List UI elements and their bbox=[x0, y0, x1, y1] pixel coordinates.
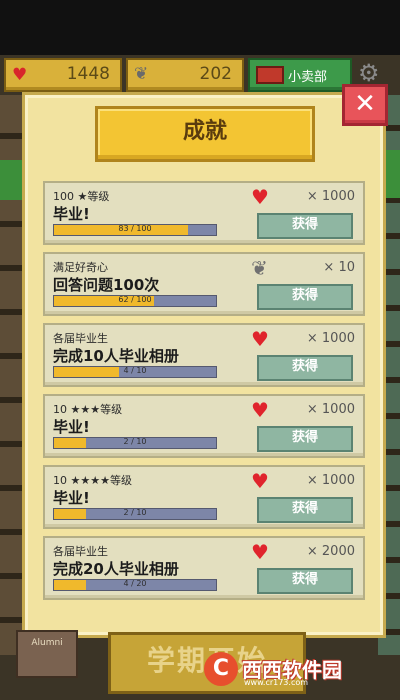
achievement-subtitle: 10 ★★★等级 bbox=[53, 403, 123, 416]
claim-button[interactable]: 获得 bbox=[257, 213, 353, 239]
progress-text: 4 / 20 bbox=[123, 579, 147, 588]
claim-button-label: 获得 bbox=[291, 501, 318, 516]
claim-button-label: 获得 bbox=[291, 572, 318, 587]
close-icon: ✕ bbox=[354, 89, 376, 119]
progress-text: 83 / 100 bbox=[118, 224, 152, 233]
reward-amount: × 2000 bbox=[306, 544, 355, 559]
achievement-card: 各届毕业生完成20人毕业相册 4 / 20 ♥ × 2000 获得 bbox=[43, 536, 365, 600]
achievement-card: 100 ★等级毕业! 83 / 100 ♥ × 1000 获得 bbox=[43, 181, 365, 245]
reward-amount: × 10 bbox=[323, 260, 355, 275]
achievement-subtitle: 各届毕业生 bbox=[53, 332, 108, 345]
gear-icon[interactable]: ⚙ bbox=[358, 59, 380, 87]
reward-amount: × 1000 bbox=[306, 473, 355, 488]
feather-icon: ❦ bbox=[251, 256, 268, 280]
shop-label: 小卖部 bbox=[288, 70, 328, 85]
status-strip bbox=[0, 0, 400, 55]
progress-text: 4 / 10 bbox=[123, 366, 147, 375]
panel-title: 成就 bbox=[182, 119, 227, 144]
heart-icon: ♥ bbox=[251, 185, 269, 209]
progress-text: 2 / 10 bbox=[123, 437, 147, 446]
watermark-logo-icon: C bbox=[204, 652, 238, 686]
reward-amount: × 1000 bbox=[306, 189, 355, 204]
achievements-panel: 成就 100 ★等级 毕业! 83 / 100 ♥ × 1000 获得 满足好奇心 回答问题1… bbox=[22, 92, 386, 638]
heart-icon: ♥ bbox=[251, 540, 269, 564]
achievement-subtitle: 10 ★★★★等级 bbox=[53, 474, 132, 487]
achievement-card: 10 ★★★★等级毕业! 2 / 10 ♥ × 1000 获得 bbox=[43, 465, 365, 529]
achievement-subtitle: 各届毕业生 bbox=[53, 545, 108, 558]
feather-icon: ❦ bbox=[134, 64, 149, 84]
achievement-subtitle: 100 ★等级 bbox=[53, 190, 110, 203]
progress-bar: 2 / 10 bbox=[53, 508, 217, 520]
progress-bar: 2 / 10 bbox=[53, 437, 217, 449]
claim-button[interactable]: 获得 bbox=[257, 284, 353, 310]
progress-bar: 62 / 100 bbox=[53, 295, 217, 307]
claim-button-label: 获得 bbox=[291, 288, 318, 303]
watermark: C 西西软件园 www.cr173.com bbox=[204, 650, 380, 690]
heart-icon: ♥ bbox=[251, 398, 269, 422]
progress-bar: 4 / 20 bbox=[53, 579, 217, 591]
achievement-title: 毕业! bbox=[53, 489, 90, 507]
achievement-title: 回答问题100次 bbox=[53, 276, 160, 294]
feathers-counter: ❦ 202 bbox=[126, 58, 244, 92]
watermark-url: www.cr173.com bbox=[244, 678, 309, 687]
achievement-title: 完成20人毕业相册 bbox=[53, 560, 179, 578]
bush-left bbox=[0, 160, 22, 200]
feathers-value: 202 bbox=[199, 64, 232, 84]
achievement-title: 毕业! bbox=[53, 418, 90, 436]
achievement-card: 满足好奇心回答问题100次 62 / 100 ❦ × 10 获得 bbox=[43, 252, 365, 316]
claim-button-label: 获得 bbox=[291, 359, 318, 374]
resource-bar: ♥ 1448 ❦ 202 小卖部 ⚙ bbox=[0, 55, 400, 93]
panel-title-box: 成就 bbox=[95, 106, 315, 162]
claim-button[interactable]: 获得 bbox=[257, 497, 353, 523]
reward-amount: × 1000 bbox=[306, 402, 355, 417]
reward-amount: × 1000 bbox=[306, 331, 355, 346]
claim-button-label: 获得 bbox=[291, 217, 318, 232]
heart-icon: ♥ bbox=[251, 469, 269, 493]
achievement-title: 完成10人毕业相册 bbox=[53, 347, 179, 365]
progress-text: 62 / 100 bbox=[118, 295, 152, 304]
progress-bar: 83 / 100 bbox=[53, 224, 217, 236]
alumni-book-button[interactable]: Alumni bbox=[16, 630, 78, 678]
shop-button[interactable]: 小卖部 bbox=[248, 58, 352, 92]
heart-icon: ♥ bbox=[12, 65, 28, 85]
hearts-value: 1448 bbox=[66, 64, 110, 84]
hearts-counter: ♥ 1448 bbox=[4, 58, 122, 92]
close-button[interactable]: ✕ bbox=[342, 84, 388, 126]
achievement-card: 10 ★★★等级毕业! 2 / 10 ♥ × 1000 获得 bbox=[43, 394, 365, 458]
achievement-subtitle: 满足好奇心 bbox=[53, 261, 108, 274]
claim-button-label: 获得 bbox=[291, 430, 318, 445]
heart-icon: ♥ bbox=[251, 327, 269, 351]
claim-button[interactable]: 获得 bbox=[257, 568, 353, 594]
progress-bar: 4 / 10 bbox=[53, 366, 217, 378]
achievement-title: 毕业! bbox=[53, 205, 90, 223]
achievement-card: 各届毕业生完成10人毕业相册 4 / 10 ♥ × 1000 获得 bbox=[43, 323, 365, 387]
claim-button[interactable]: 获得 bbox=[257, 355, 353, 381]
claim-button[interactable]: 获得 bbox=[257, 426, 353, 452]
store-icon bbox=[256, 66, 284, 84]
alumni-label: Alumni bbox=[31, 638, 63, 648]
progress-text: 2 / 10 bbox=[123, 508, 147, 517]
